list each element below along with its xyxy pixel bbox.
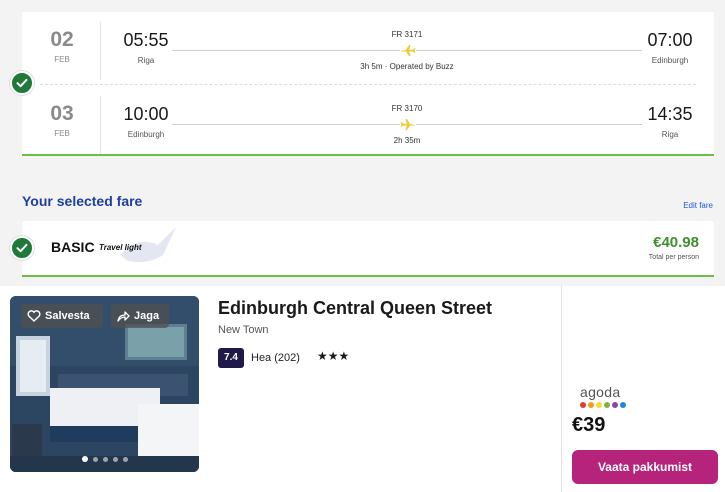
plane-icon [400, 43, 416, 57]
outbound-dep-time: 05:55 [123, 30, 169, 50]
provider-logo: agoda [580, 384, 621, 400]
outbound-day: 02 [50, 28, 74, 51]
inbound-flight-number: FR 3170 [391, 104, 423, 113]
save-button[interactable]: Salvesta [21, 304, 103, 328]
rating-score-badge: 7.4 [218, 348, 244, 368]
star-rating: ★★★ [317, 349, 350, 363]
carousel-dot[interactable] [103, 456, 108, 462]
price-divider [561, 286, 562, 492]
plane-icon [400, 117, 416, 131]
inbound-duration: 2h 35m [393, 136, 421, 145]
fare-price-note: Total per person [648, 254, 699, 261]
outbound-flight-number: FR 3171 [391, 30, 423, 39]
outbound-arr-time: 07:00 [647, 30, 693, 50]
selected-fare-heading: Your selected fare [22, 193, 143, 209]
hotel-name[interactable]: Edinburgh Central Queen Street [218, 298, 492, 319]
inbound-departure: 10:00 Edinburgh [116, 104, 176, 139]
rating-text: Hea (202) [251, 352, 300, 364]
view-deal-button[interactable]: Vaata pakkumist [572, 450, 718, 484]
share-label: Jaga [134, 310, 160, 322]
carousel-dot[interactable] [82, 456, 88, 462]
outbound-duration: 3h 5m · Operated by Buzz [360, 62, 454, 71]
date-divider [100, 96, 101, 154]
fare-name: BASIC [51, 239, 95, 255]
inbound-date: 03 FEB [42, 102, 82, 138]
carousel-dot[interactable] [113, 456, 118, 462]
share-button[interactable]: Jaga [111, 304, 169, 328]
outbound-departure: 05:55 Riga [116, 30, 176, 65]
inbound-month: FEB [54, 129, 70, 138]
inbound-arr-city: Riga [661, 130, 679, 139]
save-label: Salvesta [45, 310, 90, 322]
fare-subtitle: Travel light [99, 243, 142, 252]
hotel-area: New Town [218, 324, 269, 336]
provider-logo-dots [580, 402, 626, 408]
flight-card: 02 FEB 05:55 Riga FR 3171 3h 5m · Operat… [22, 12, 714, 156]
hotel-card: Salvesta Jaga Edinburgh Central Queen St… [0, 286, 725, 492]
inbound-route: FR 3170 2h 35m [172, 100, 642, 150]
outbound-arr-city: Edinburgh [651, 56, 689, 65]
share-icon [117, 311, 130, 322]
outbound-arrival: 07:00 Edinburgh [640, 30, 700, 65]
fare-card: BASIC Travel light €40.98 Total per pers… [22, 221, 714, 277]
outbound-route: FR 3171 3h 5m · Operated by Buzz [172, 26, 642, 76]
inbound-dep-time: 10:00 [123, 104, 169, 124]
inbound-dep-city: Edinburgh [127, 130, 165, 139]
inbound-arr-time: 14:35 [647, 104, 693, 124]
inbound-arrival: 14:35 Riga [640, 104, 700, 139]
outbound-dep-city: Riga [137, 56, 155, 65]
carousel-dot[interactable] [93, 456, 98, 462]
outbound-month: FEB [54, 55, 70, 64]
edit-fare-link[interactable]: Edit fare [683, 201, 713, 210]
carousel-dot[interactable] [123, 456, 128, 462]
outbound-flight: 02 FEB 05:55 Riga FR 3171 3h 5m · Operat… [22, 22, 714, 82]
outbound-date: 02 FEB [42, 28, 82, 64]
check-icon [10, 71, 34, 95]
check-icon [10, 236, 34, 260]
fare-price: €40.98 [653, 234, 699, 251]
inbound-day: 03 [50, 102, 74, 125]
photo-carousel-dots[interactable] [82, 456, 128, 462]
hotel-price: €39 [572, 414, 606, 436]
inbound-flight: 03 FEB 10:00 Edinburgh FR 3170 2h 35m 14… [22, 96, 714, 156]
date-divider [100, 22, 101, 80]
hotel-photo[interactable]: Salvesta Jaga [10, 296, 199, 472]
leg-divider [40, 84, 696, 85]
heart-icon [27, 310, 41, 322]
trip-summary-page: 02 FEB 05:55 Riga FR 3171 3h 5m · Operat… [0, 0, 725, 492]
